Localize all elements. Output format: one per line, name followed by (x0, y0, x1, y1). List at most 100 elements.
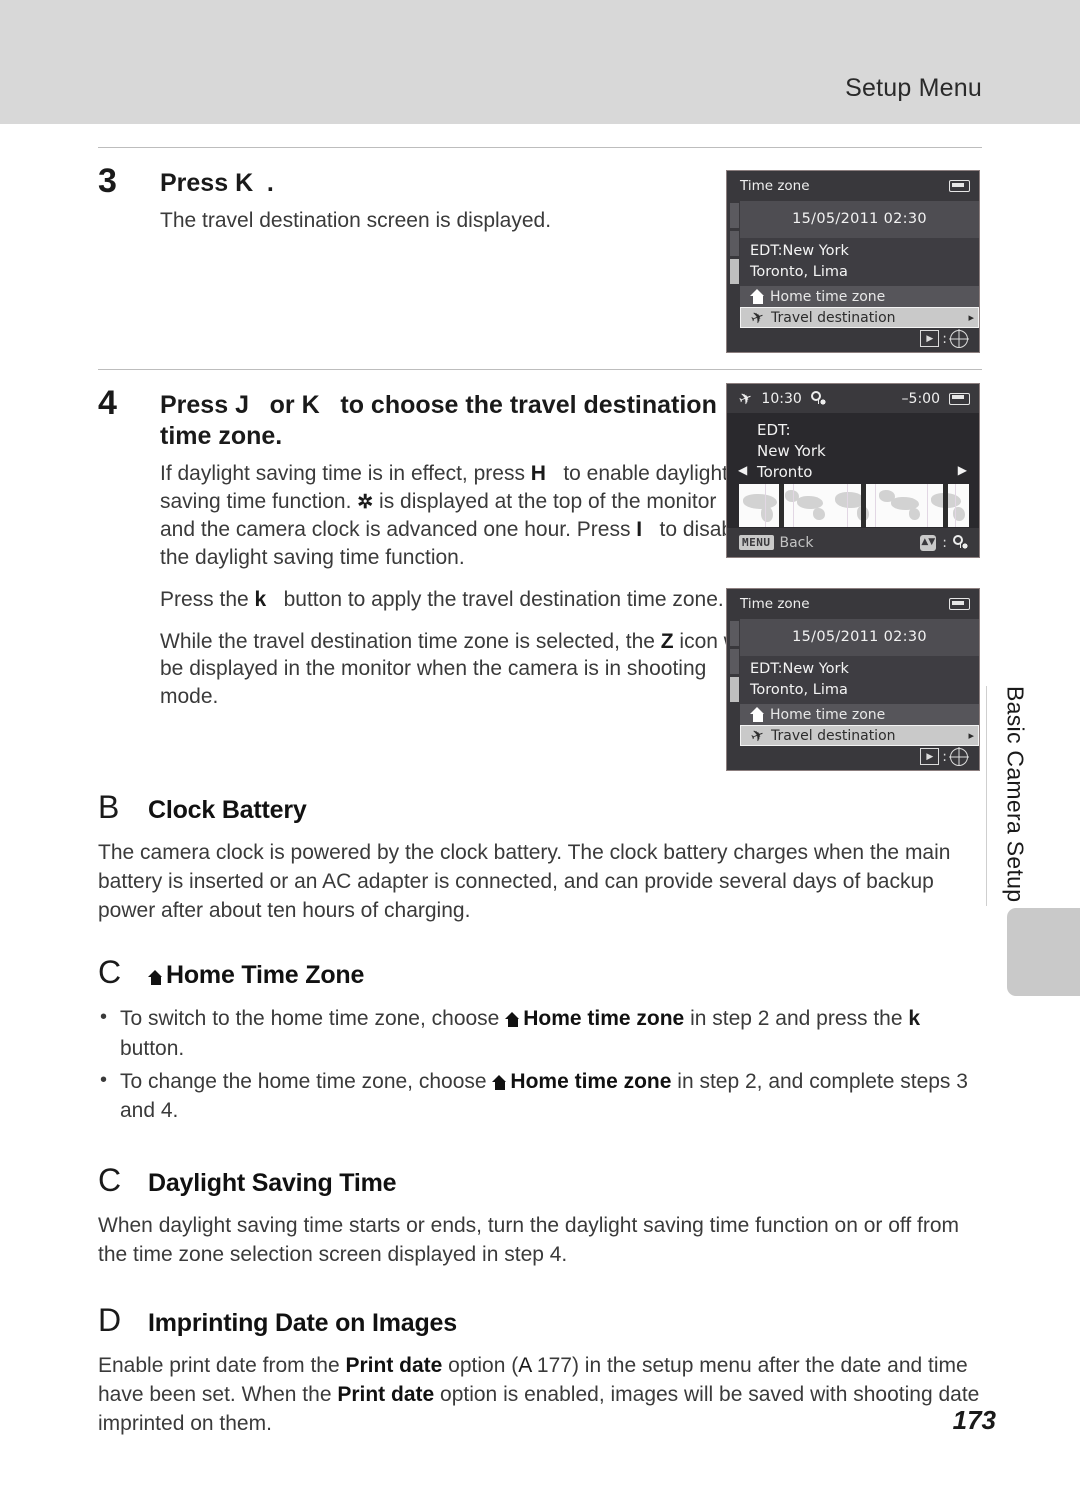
screen3-body: 15/05/2011 02:30 EDT:New York Toronto, L… (740, 619, 979, 747)
step-3-title-pre: Press (160, 169, 236, 197)
daylight-saving-icon: ✲ (357, 491, 374, 513)
section-imprinting-date-body: Enable print date from the Print date op… (98, 1352, 982, 1439)
side-tab-divider (986, 686, 987, 906)
ok-button-icon: k (908, 1007, 921, 1031)
screen2-back-label: Back (779, 534, 814, 551)
step-4-title-mid: or (262, 390, 302, 419)
step-3-number: 3 (98, 162, 117, 200)
chevron-right-icon[interactable]: ▶ (958, 462, 967, 479)
screen3-row-home-time-zone[interactable]: Home time zone (740, 704, 979, 726)
page-header-band (0, 0, 1080, 124)
section-imprinting-date: D Imprinting Date on Images Enable print… (98, 1304, 982, 1439)
home-icon (750, 707, 770, 723)
side-tab-label: Basic Camera Setup (1002, 686, 1029, 903)
section-daylight-saving-time-label: Daylight Saving Time (148, 1168, 397, 1197)
section-clock-battery-heading: B Clock Battery (98, 791, 982, 825)
globe-icon (950, 747, 968, 766)
b1-text-a: To switch to the home time zone, choose (120, 1007, 506, 1031)
section-home-time-zone: C Home Time Zone To switch to the home t… (98, 956, 982, 1126)
airplane-icon: ✈ (747, 305, 768, 329)
menu-button-icon[interactable]: MENU (739, 535, 774, 550)
selected-timezone-band (779, 484, 784, 527)
screen1-body: 15/05/2011 02:30 EDT:New York Toronto, L… (740, 201, 979, 329)
chevron-left-icon[interactable]: ◀ (738, 462, 747, 479)
step-3-title: Press K. (160, 168, 760, 199)
screen1-row-home-time-zone[interactable]: Home time zone (740, 286, 979, 308)
airplane-icon: ✈ (747, 723, 768, 747)
screen2-time: 10:30 (761, 390, 802, 407)
print-date-option-2: Print date (337, 1382, 435, 1406)
multi-selector-down-icon: I (636, 517, 643, 541)
playback-button-icon: ▶ (920, 748, 940, 765)
step-4-paragraph-1: If daylight saving time is in effect, pr… (160, 460, 755, 572)
screen2-city-toronto-label: Toronto (757, 463, 813, 481)
print-date-option-1: Print date (345, 1353, 443, 1377)
section-clock-battery-label: Clock Battery (148, 796, 307, 825)
step-3-title-post: . (266, 169, 274, 197)
b1-bold: Home time zone (505, 1007, 684, 1030)
step-4-title: Press J or K to choose the travel destin… (160, 390, 760, 452)
multi-selector-up-icon: H (530, 461, 546, 485)
tip-mark-icon: C (98, 1161, 122, 1198)
home-time-zone-bullet-list: To switch to the home time zone, choose … (98, 1003, 982, 1126)
step-4-number: 4 (98, 383, 117, 422)
camera-screen-time-zone-menu-2: Time zone 15/05/2011 02:30 EDT:New York … (726, 588, 980, 771)
chevron-right-icon: ▸ (968, 311, 974, 325)
home-icon (750, 289, 770, 305)
screen1-datetime: 15/05/2011 02:30 (792, 211, 927, 227)
section-home-time-zone-text: Home Time Zone (166, 961, 365, 990)
camera-screen-time-zone-menu-1: Time zone 15/05/2011 02:30 EDT:New York … (726, 170, 980, 353)
section-imprinting-date-heading: D Imprinting Date on Images (98, 1304, 982, 1338)
page-header-title: Setup Menu (845, 74, 982, 102)
globe-icon (950, 329, 968, 348)
b1-text-c: button. (120, 1036, 185, 1060)
cross-reference-page: 177 (531, 1353, 572, 1377)
screen1-row-home-label: Home time zone (770, 288, 886, 305)
chevron-right-icon: ▸ (968, 729, 974, 743)
playback-button-icon: ▶ (920, 330, 940, 347)
step-4-paragraph-2: Press the k button to apply the travel d… (160, 586, 755, 614)
section-clock-battery-body: The camera clock is powered by the clock… (98, 841, 951, 923)
screen3-row-home-label: Home time zone (770, 706, 886, 723)
screen1-zone-line-1: EDT:New York (750, 243, 849, 259)
section-imprinting-date-label: Imprinting Date on Images (148, 1308, 457, 1337)
colon-separator: : (942, 748, 947, 765)
home-icon (505, 1012, 520, 1028)
page-number: 173 (952, 1405, 996, 1435)
screen1-row-travel-label: Travel destination (771, 309, 896, 326)
b1-text-b: in step 2 and press the (684, 1007, 909, 1031)
section-clock-battery: B Clock Battery The camera clock is powe… (98, 791, 982, 926)
home-icon (148, 970, 163, 986)
screen2-utc-offset: –5:00 (901, 390, 940, 407)
airplane-icon: ✈ (735, 386, 756, 410)
b2-bold: Home time zone (492, 1070, 671, 1093)
d-text-b: option ( (442, 1353, 519, 1377)
battery-icon (949, 598, 970, 610)
p1-text-a: If daylight saving time is in effect, pr… (160, 461, 531, 485)
screen1-footer: ▶ : (727, 325, 979, 352)
home-icon (492, 1074, 507, 1090)
side-tab: Basic Camera Setup (995, 686, 1035, 936)
up-down-selector-icon: ▲▼ (920, 534, 937, 551)
screen2-city-toronto[interactable]: ◀ Toronto ▶ (727, 462, 979, 483)
section-daylight-saving-time-body: When daylight saving time starts or ends… (98, 1213, 960, 1266)
b1-bold-text: Home time zone (523, 1007, 685, 1031)
p3-text-a: While the travel destination time zone i… (160, 629, 661, 653)
screen3-titlebar: Time zone (727, 589, 979, 619)
screen3-zone-line-2: Toronto, Lima (750, 681, 848, 698)
screen1-title: Time zone (740, 178, 810, 194)
daylight-saving-icon (810, 391, 827, 406)
step-3-body: The travel destination screen is display… (160, 209, 552, 232)
screen1-tab-rail (730, 203, 739, 323)
d-text-a: Enable print date from the (98, 1353, 346, 1377)
section-daylight-saving-time: C Daylight Saving Time When daylight sav… (98, 1164, 982, 1270)
b2-text-a: To change the home time zone, choose (120, 1069, 493, 1093)
battery-icon (949, 180, 970, 192)
section-daylight-saving-time-heading: C Daylight Saving Time (98, 1164, 982, 1198)
p2-text-a: Press the (160, 587, 255, 611)
multi-selector-right-icon: K (301, 390, 320, 419)
camera-screen-time-zone-select: ✈ 10:30 –5:00 EDT: New York ◀Toronto▶ Li… (726, 383, 980, 558)
colon-separator: : (942, 330, 947, 347)
screen3-zone-line-1: EDT:New York (750, 661, 849, 677)
step-4-title-pre: Press (160, 390, 236, 419)
